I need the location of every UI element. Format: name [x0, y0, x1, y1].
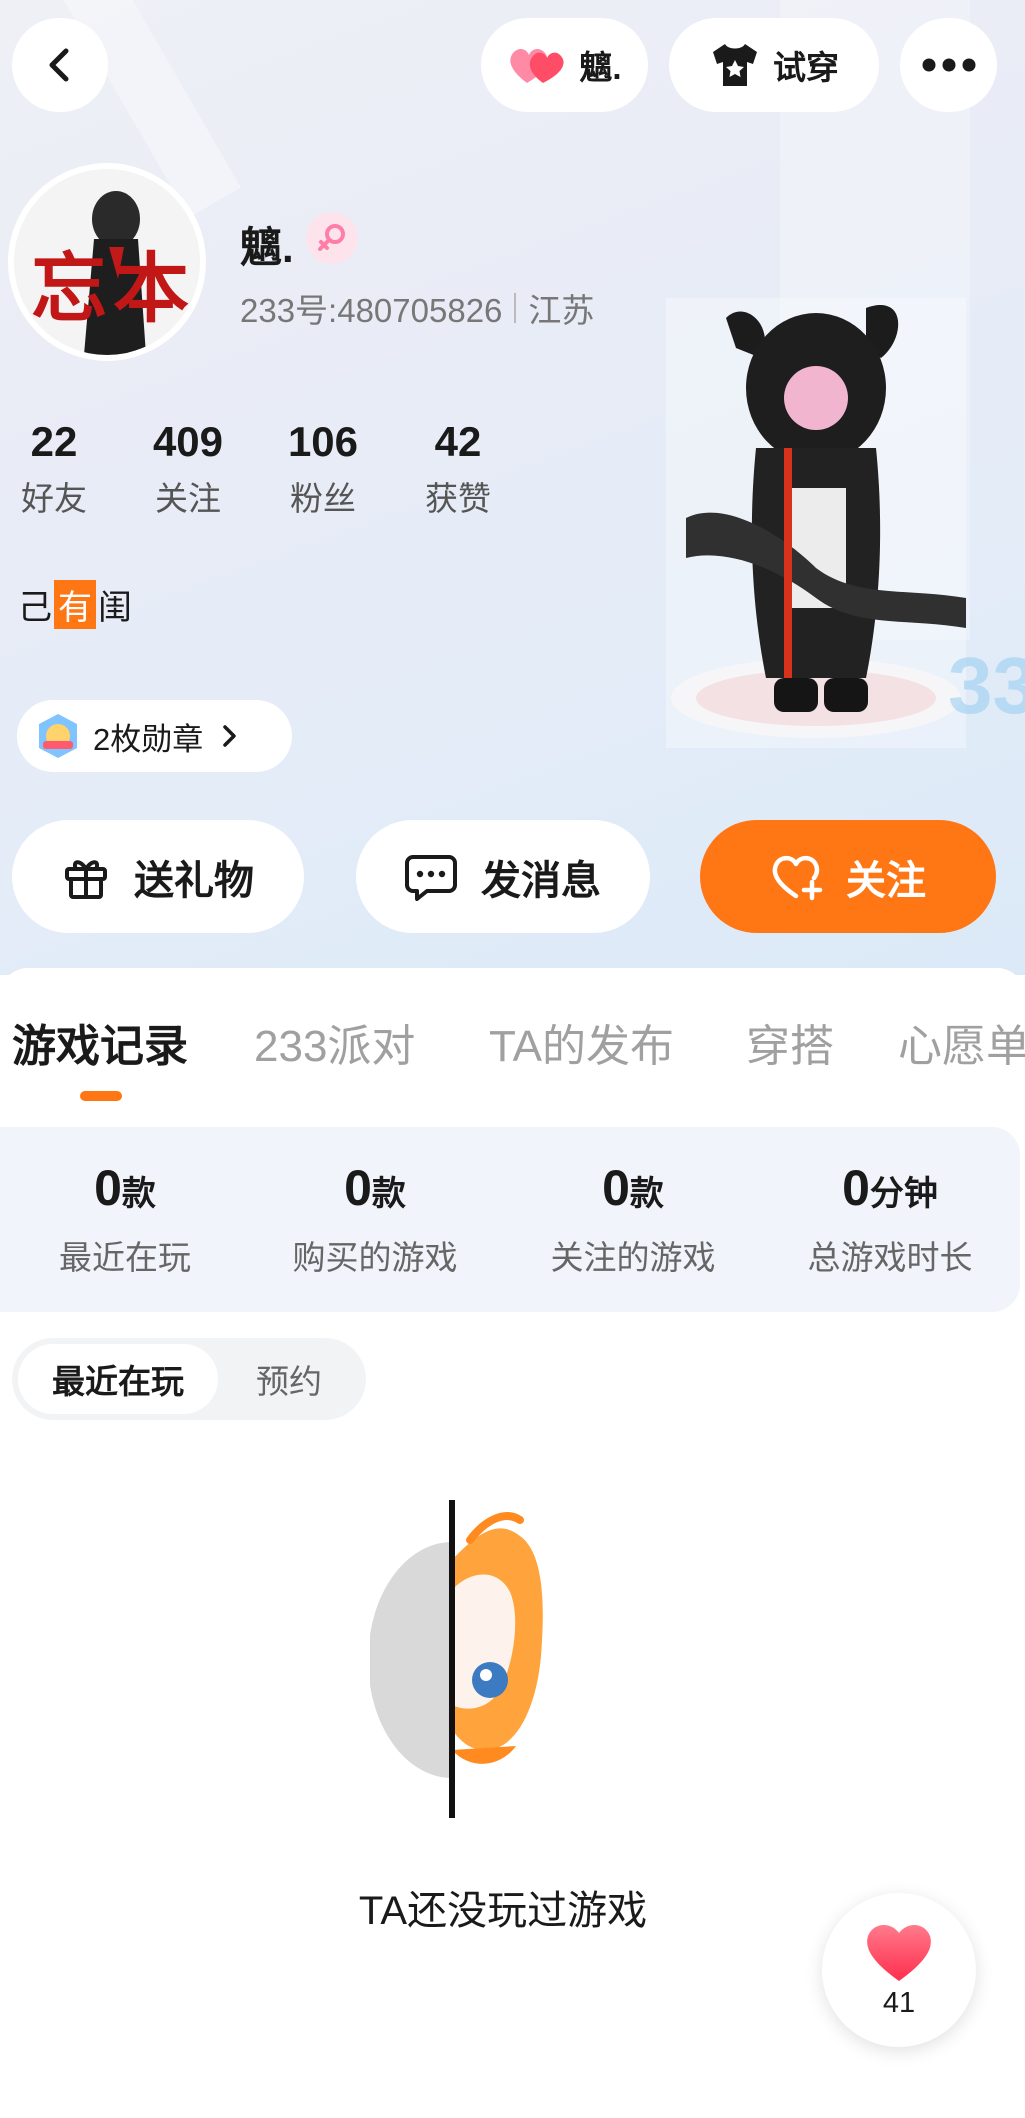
signature-text-1: 己	[18, 589, 52, 627]
chevron-right-icon	[223, 725, 236, 747]
stat-label: 获赞	[425, 480, 491, 517]
chat-bubble-icon	[405, 854, 457, 901]
avatar-calligraphy: 忘本	[31, 244, 195, 333]
double-heart-icon	[510, 48, 564, 83]
stat-num: 106	[287, 418, 359, 465]
stat-num: 42	[434, 418, 482, 465]
recent-reserve-segment: 最近在玩 预约	[12, 1338, 366, 1420]
summary-unit: 分钟	[869, 1175, 938, 1213]
segment-reserve[interactable]: 预约	[218, 1344, 360, 1414]
shirt-icon	[713, 44, 757, 86]
username-pill-label: 魑.	[579, 49, 622, 86]
back-button[interactable]	[12, 18, 108, 112]
send-gift-button[interactable]: 送礼物	[12, 820, 304, 933]
heart-icon	[867, 1924, 931, 1981]
tab-233-party[interactable]: 233派对	[254, 1010, 415, 1074]
summary-label: 总游戏时长	[807, 1239, 973, 1276]
summary-num: 0	[842, 1160, 870, 1216]
stat-likes[interactable]: 42 获赞	[398, 418, 518, 520]
stat-following[interactable]: 409 关注	[128, 418, 248, 520]
female-icon	[318, 224, 345, 251]
peeking-character-icon	[368, 1500, 543, 1818]
game-summary-card: 0款 最近在玩 0款 购买的游戏 0款 关注的游戏 0分钟 总游戏时长	[0, 1127, 1020, 1312]
gift-icon	[65, 859, 107, 899]
chevron-left-icon	[49, 48, 69, 82]
floating-like-button[interactable]: 41	[822, 1893, 976, 2047]
send-gift-label: 送礼物	[134, 858, 254, 903]
stat-num: 22	[30, 418, 78, 465]
id-region-line: 233号:480705826 江苏	[240, 284, 594, 332]
gender-female-badge	[306, 212, 358, 264]
summary-label: 购买的游戏	[292, 1239, 458, 1276]
more-button[interactable]	[900, 18, 997, 112]
region: 江苏	[528, 292, 595, 329]
medal-button[interactable]: 2枚勋章	[17, 700, 292, 772]
summary-num: 0	[602, 1160, 630, 1216]
stat-label: 粉丝	[290, 480, 356, 517]
signature-tag: 有	[54, 580, 96, 629]
summary-unit: 款	[121, 1175, 156, 1213]
follow-button[interactable]: 关注	[700, 820, 996, 933]
tab-game-records[interactable]: 游戏记录	[12, 1010, 188, 1074]
segment-recent[interactable]: 最近在玩	[18, 1344, 218, 1414]
summary-unit: 款	[629, 1175, 664, 1213]
summary-num: 0	[344, 1160, 372, 1216]
profile-signature: 己 有 闺	[18, 580, 132, 629]
summary-label: 最近在玩	[59, 1239, 191, 1276]
follow-label: 关注	[846, 858, 926, 903]
summary-num: 0	[94, 1160, 122, 1216]
avatar[interactable]: 忘本	[8, 163, 206, 361]
profile-name: 魑.	[240, 224, 294, 271]
heart-plus-icon	[772, 855, 823, 900]
account-id: 233号:480705826	[240, 292, 503, 329]
decor-number: 33	[948, 641, 1025, 730]
stat-label: 关注	[155, 480, 221, 517]
signature-text-2: 闺	[98, 589, 132, 627]
send-message-label: 发消息	[481, 858, 601, 903]
empty-state-illustration	[368, 1500, 570, 1830]
summary-followed[interactable]: 0款 关注的游戏	[508, 1159, 758, 1279]
tab-outfits[interactable]: 穿搭	[746, 1010, 834, 1074]
stat-fans[interactable]: 106 粉丝	[263, 418, 383, 520]
summary-recent[interactable]: 0款 最近在玩	[0, 1159, 250, 1279]
medal-label: 2枚勋章	[93, 721, 204, 757]
more-dots-icon	[922, 58, 975, 72]
try-on-button[interactable]: 试穿	[669, 18, 879, 112]
medal-icon	[39, 714, 77, 758]
summary-playtime[interactable]: 0分钟 总游戏时长	[765, 1159, 1015, 1279]
send-message-button[interactable]: 发消息	[356, 820, 650, 933]
user-like-pill[interactable]: 魑.	[481, 18, 648, 112]
character-avatar-3d[interactable]	[666, 298, 966, 748]
like-count: 41	[882, 1986, 916, 2019]
tab-ta-posts[interactable]: TA的发布	[489, 1010, 674, 1074]
stat-friends[interactable]: 22 好友	[0, 418, 114, 520]
tab-wishlist[interactable]: 心愿单	[898, 1010, 1025, 1074]
stat-label: 好友	[21, 480, 87, 517]
summary-label: 关注的游戏	[550, 1239, 716, 1276]
divider	[514, 293, 517, 323]
tab-active-indicator	[80, 1091, 122, 1101]
summary-purchased[interactable]: 0款 购买的游戏	[250, 1159, 500, 1279]
stat-num: 409	[152, 418, 224, 465]
try-on-label: 试穿	[773, 49, 839, 86]
summary-unit: 款	[371, 1175, 406, 1213]
